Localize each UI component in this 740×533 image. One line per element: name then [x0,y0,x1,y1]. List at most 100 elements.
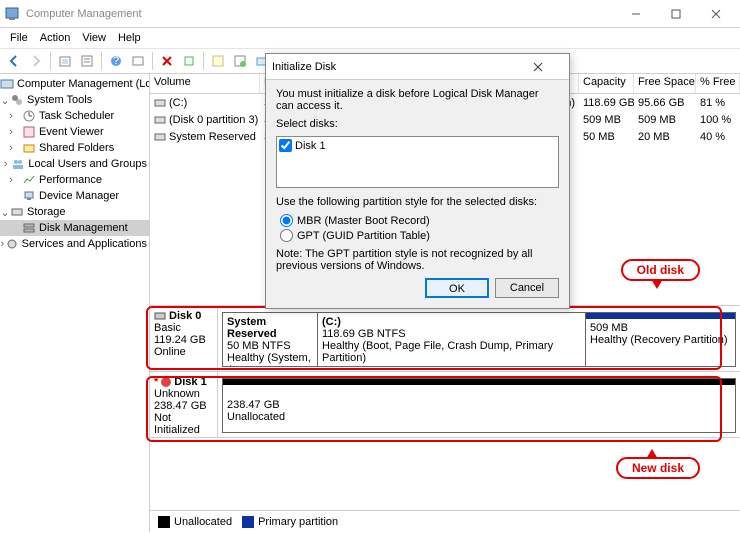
tree-label: System Tools [27,94,92,106]
disk-1-info[interactable]: *Disk 1 Unknown 238.47 GB Not Initialize… [150,372,218,437]
disk-icon [154,310,166,322]
mbr-radio-row[interactable]: MBR (Master Boot Record) [280,214,559,227]
volume-free: 509 MB [634,114,696,126]
partition-size: 118.69 GB NTFS [322,328,581,340]
disk-title: Disk 1 [174,376,206,388]
col-volume[interactable]: Volume [150,74,260,93]
drive-icon [154,114,166,126]
volume-free: 20 MB [634,131,696,143]
tree-disk-management[interactable]: Disk Management [0,220,149,236]
tree-event-viewer[interactable]: ›Event Viewer [0,124,149,140]
disk-status: Online [154,346,213,358]
menu-view[interactable]: View [76,30,112,46]
dialog-close-button[interactable] [533,62,563,72]
tree-local-users[interactable]: ›Local Users and Groups [0,156,149,172]
tree-root[interactable]: Computer Management (Local) [0,76,149,92]
action-1-button[interactable] [179,51,199,71]
refresh-list-button[interactable] [128,51,148,71]
title-bar: Computer Management [0,0,740,28]
partition-status: Unallocated [227,411,731,423]
disk-0-info[interactable]: Disk 0 Basic 119.24 GB Online [150,306,218,371]
legend: Unallocated Primary partition [150,510,740,532]
back-button[interactable] [4,51,24,71]
partition-status: Healthy (Boot, Page File, Crash Dump, Pr… [322,340,581,364]
tree-device-manager[interactable]: Device Manager [0,188,149,204]
disk-icon [160,376,172,388]
action-2-button[interactable] [208,51,228,71]
window-title: Computer Management [26,8,616,20]
disk-0-row[interactable]: Disk 0 Basic 119.24 GB Online System Res… [150,306,740,372]
up-button[interactable] [55,51,75,71]
partition-size: 50 MB NTFS [227,340,313,352]
partition-unallocated[interactable]: 238.47 GB Unallocated [222,378,736,433]
delete-button[interactable] [157,51,177,71]
disk-graphical-view[interactable]: Disk 0 Basic 119.24 GB Online System Res… [150,305,740,438]
disk-size: 238.47 GB [154,400,213,412]
dialog-intro: You must initialize a disk before Logica… [276,88,559,112]
drive-icon [154,97,166,109]
nav-tree[interactable]: Computer Management (Local) ⌄ System Too… [0,74,150,532]
mbr-radio[interactable] [280,214,293,227]
partition-name: System Reserved [227,316,313,340]
volume-name: (C:) [169,97,187,109]
volume-pct: 40 % [696,131,740,143]
legend-unallocated-label: Unallocated [174,516,232,528]
partition-status: Healthy (Recovery Partition) [590,334,731,346]
help-button[interactable]: ? [106,51,126,71]
mbr-label: MBR (Master Boot Record) [297,215,430,227]
minimize-button[interactable] [616,0,656,28]
disk-status: Not Initialized [154,412,213,436]
tree-label: Shared Folders [39,142,114,154]
tree-storage[interactable]: ⌄Storage [0,204,149,220]
menu-help[interactable]: Help [112,30,147,46]
gpt-radio[interactable] [280,229,293,242]
ok-button[interactable]: OK [425,278,489,298]
partition-system-reserved[interactable]: System Reserved 50 MB NTFS Healthy (Syst… [222,312,318,367]
callout-new-disk: New disk [616,457,700,479]
maximize-button[interactable] [656,0,696,28]
col-pct[interactable]: % Free [696,74,740,93]
svg-text:?: ? [113,55,119,67]
select-disks-label: Select disks: [276,118,559,130]
cancel-button[interactable]: Cancel [495,278,559,298]
dialog-note: Note: The GPT partition style is not rec… [276,248,559,272]
menu-file[interactable]: File [4,30,34,46]
tree-label: Storage [27,206,66,218]
partition-status: Healthy (System, A [227,352,313,367]
disk-1-label: Disk 1 [295,140,326,152]
legend-swatch-unallocated [158,516,170,528]
select-disks-box[interactable]: Disk 1 [276,136,559,188]
disk-1-checkbox[interactable] [279,139,292,152]
tree-task-scheduler[interactable]: ›Task Scheduler [0,108,149,124]
tree-label: Services and Applications [22,238,147,250]
col-capacity[interactable]: Capacity [579,74,634,93]
volume-free: 95.66 GB [634,97,696,109]
legend-swatch-primary [242,516,254,528]
volume-name: System Reserved [169,131,256,143]
dialog-title: Initialize Disk [272,61,533,73]
forward-button[interactable] [26,51,46,71]
action-3-button[interactable] [230,51,250,71]
tree-label: Task Scheduler [39,110,114,122]
disk-type: Unknown [154,388,213,400]
tree-system-tools[interactable]: ⌄ System Tools [0,92,149,108]
tree-shared-folders[interactable]: ›Shared Folders [0,140,149,156]
gpt-radio-row[interactable]: GPT (GUID Partition Table) [280,229,559,242]
disk-type: Basic [154,322,213,334]
close-button[interactable] [696,0,736,28]
tree-performance[interactable]: ›Performance [0,172,149,188]
tree-label: Disk Management [39,222,128,234]
disk-1-row[interactable]: *Disk 1 Unknown 238.47 GB Not Initialize… [150,372,740,438]
menu-action[interactable]: Action [34,30,77,46]
partition-name: (C:) [322,316,581,328]
tree-label: Event Viewer [39,126,104,138]
volume-capacity: 509 MB [579,114,634,126]
properties-button[interactable] [77,51,97,71]
disk-1-checkbox-row[interactable]: Disk 1 [279,139,556,152]
partition-size: 238.47 GB [227,399,731,411]
partition-c[interactable]: (C:) 118.69 GB NTFS Healthy (Boot, Page … [318,312,586,367]
partition-recovery[interactable]: 509 MB Healthy (Recovery Partition) [586,312,736,367]
col-free[interactable]: Free Space [634,74,696,93]
tree-services[interactable]: ›Services and Applications [0,236,149,252]
gpt-label: GPT (GUID Partition Table) [297,230,430,242]
